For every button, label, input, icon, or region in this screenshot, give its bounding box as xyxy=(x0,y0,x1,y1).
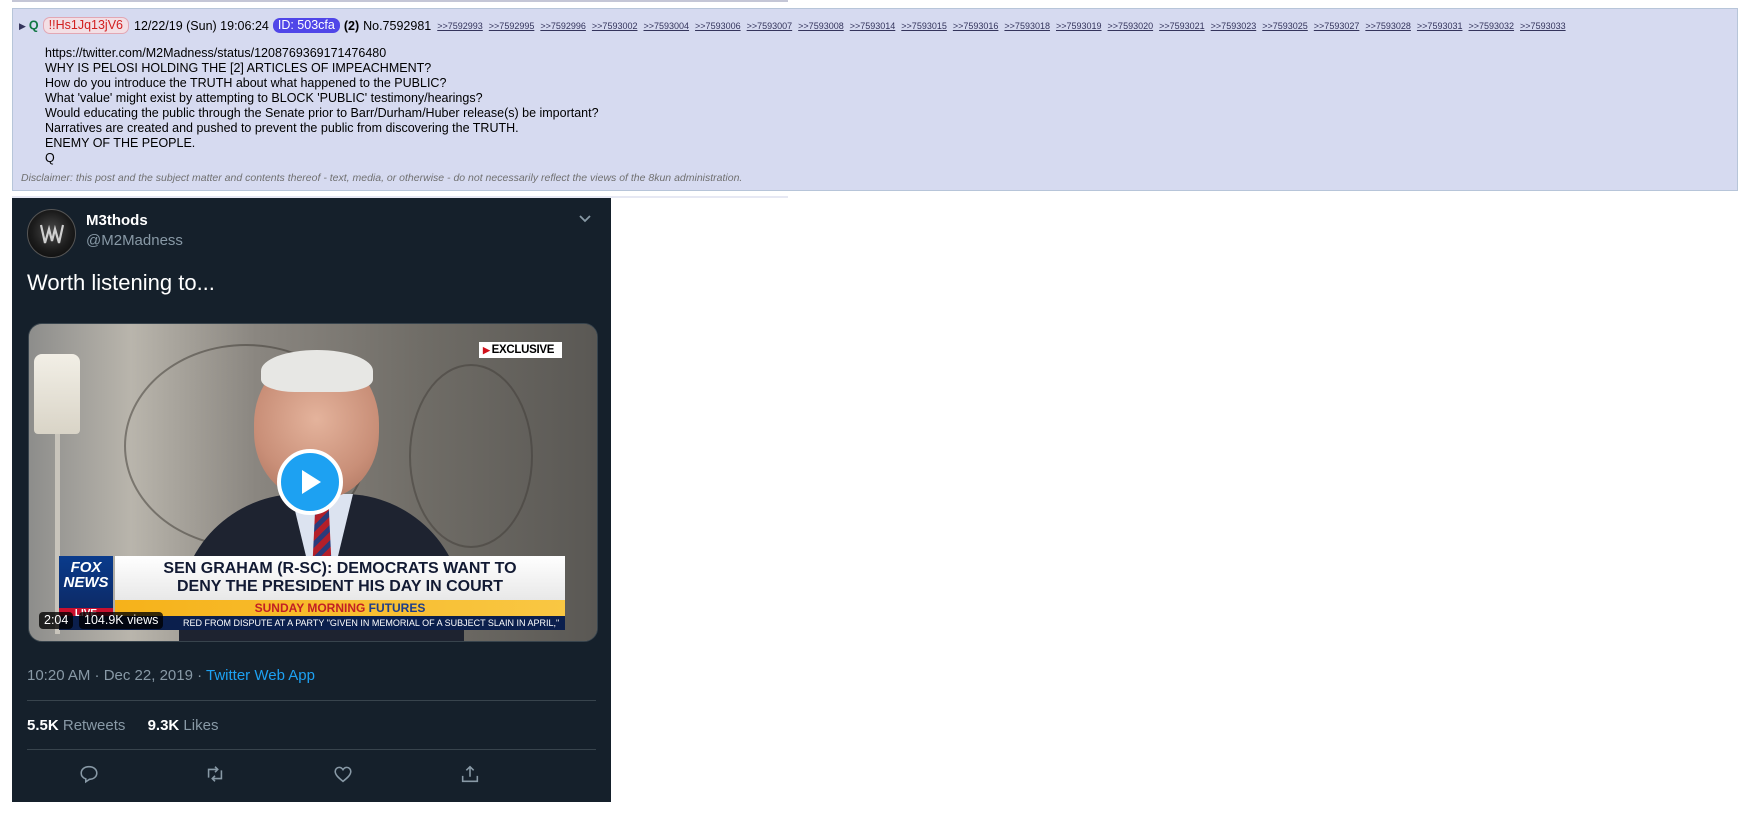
reply-links: >>7592993 >>7592995 >>7592996 >>7593002 >>75… xyxy=(431,18,1565,32)
tweet-video[interactable]: ▶EXCLUSIVE FOXNEWS LIVE SEN GRAHAM (R-SC… xyxy=(28,323,598,642)
chevron-down-icon[interactable] xyxy=(578,214,592,224)
reply-link[interactable]: >>7593025 xyxy=(1262,21,1308,31)
chyron-line: DENY THE PRESIDENT HIS DAY IN COURT xyxy=(177,578,503,595)
post-signature: Q xyxy=(45,151,55,165)
reply-link[interactable]: >>7593018 xyxy=(1004,21,1050,31)
reply-link[interactable]: >>7593031 xyxy=(1417,21,1463,31)
reply-link[interactable]: >>7592996 xyxy=(540,21,586,31)
post-menu-arrow-icon[interactable]: ▶ xyxy=(19,21,26,31)
reply-link[interactable]: >>7593032 xyxy=(1468,21,1514,31)
post-header: ▶ Q !!Hs1Jq13jV6 12/22/19 (Sun) 19:06:24 ID:… xyxy=(19,17,1566,35)
like-label: Likes xyxy=(183,717,219,734)
avatar-logo-icon xyxy=(39,224,64,243)
play-button[interactable] xyxy=(277,449,343,515)
poster-name: Q xyxy=(28,18,39,33)
like-icon[interactable] xyxy=(332,763,354,785)
post-text-line: Narratives are created and pushed to pre… xyxy=(45,121,519,135)
retweet-count: 5.5K xyxy=(27,717,59,734)
reply-link[interactable]: >>7593014 xyxy=(850,21,896,31)
reply-link[interactable]: >>7592993 xyxy=(437,21,483,31)
reply-link[interactable]: >>7593015 xyxy=(901,21,947,31)
reply-link[interactable]: >>7593006 xyxy=(695,21,741,31)
post-datetime: 12/22/19 (Sun) 19:06:24 xyxy=(134,18,269,33)
avatar[interactable] xyxy=(27,209,76,258)
tweet-meta: 10:20 AM · Dec 22, 2019 · Twitter Web Ap… xyxy=(27,667,315,684)
exclusive-triangle-icon: ▶ xyxy=(483,345,490,355)
top-divider xyxy=(12,0,788,2)
embedded-tweet: M3thods @M2Madness Worth listening to...… xyxy=(12,198,611,802)
post-text-line: Would educating the public through the S… xyxy=(45,106,599,120)
reply-link[interactable]: >>7593028 xyxy=(1365,21,1411,31)
reply-link[interactable]: >>7593004 xyxy=(643,21,689,31)
network-logo-line: NEWS xyxy=(63,574,109,591)
chyron-line: SEN GRAHAM (R-SC): DEMOCRATS WANT TO xyxy=(163,560,517,577)
reply-link[interactable]: >>7592995 xyxy=(489,21,535,31)
network-logo-line: FOX xyxy=(70,559,102,576)
divider xyxy=(27,749,596,750)
share-icon[interactable] xyxy=(459,763,481,785)
video-wall-art xyxy=(409,364,533,548)
post-body: https://twitter.com/M2Madness/status/120… xyxy=(45,46,599,166)
post-number[interactable]: No.7592981 xyxy=(363,19,431,33)
reply-link[interactable]: >>7593019 xyxy=(1056,21,1102,31)
retweet-count-link[interactable]: 5.5K Retweets xyxy=(27,717,125,734)
post-text-line: ENEMY OF THE PEOPLE. xyxy=(45,136,196,150)
reply-link[interactable]: >>7593020 xyxy=(1108,21,1154,31)
post-text-line: WHY IS PELOSI HOLDING THE [2] ARTICLES O… xyxy=(45,61,432,75)
video-lamp xyxy=(34,354,80,434)
chyron-headline: SEN GRAHAM (R-SC): DEMOCRATS WANT TO DEN… xyxy=(115,556,565,600)
exclusive-tag: ▶ EXCLUSIVE xyxy=(479,342,563,358)
id-post-count: (2) xyxy=(343,18,360,33)
poster-id[interactable]: ID: 503cfa xyxy=(272,18,340,34)
like-count: 9.3K xyxy=(147,717,180,734)
reply-link[interactable]: >>7593033 xyxy=(1520,21,1566,31)
tweet-source[interactable]: Twitter Web App xyxy=(206,667,315,684)
network-logo: FOX NEWS xyxy=(59,556,113,608)
tweet-display-name[interactable]: M3thods xyxy=(86,212,148,229)
show-name: SUNDAY MORNING xyxy=(254,601,366,615)
reply-icon[interactable] xyxy=(78,763,100,785)
reply-link[interactable]: >>7593007 xyxy=(747,21,793,31)
reply-link[interactable]: >>7593021 xyxy=(1159,21,1205,31)
video-duration: 2:04 xyxy=(39,612,74,629)
poster-tripcode: !!Hs1Jq13jV6 xyxy=(42,17,130,35)
tweet-timestamp[interactable]: 10:20 AM · Dec 22, 2019 · xyxy=(27,667,206,684)
show-name-suffix: FUTURES xyxy=(368,601,426,615)
tweet-stats: 5.5K Retweets 9.3K Likes xyxy=(27,717,218,734)
exclusive-label: EXCLUSIVE xyxy=(491,344,555,356)
tweet-text: Worth listening to... xyxy=(27,270,215,295)
post-text-line: What 'value' might exist by attempting t… xyxy=(45,91,483,105)
post-link-line[interactable]: https://twitter.com/M2Madness/status/120… xyxy=(45,46,599,61)
reply-link[interactable]: >>7593008 xyxy=(798,21,844,31)
reply-link[interactable]: >>7593027 xyxy=(1314,21,1360,31)
divider xyxy=(27,700,596,701)
reply-link[interactable]: >>7593016 xyxy=(953,21,999,31)
play-icon xyxy=(302,470,321,494)
reply-link[interactable]: >>7593002 xyxy=(592,21,638,31)
like-count-link[interactable]: 9.3K Likes xyxy=(148,717,219,734)
imageboard-post: ▶ Q !!Hs1Jq13jV6 12/22/19 (Sun) 19:06:24 ID:… xyxy=(12,8,1738,191)
post-text-line: How do you introduce the TRUTH about wha… xyxy=(45,76,447,90)
retweet-icon[interactable] xyxy=(204,763,226,785)
tweet-handle[interactable]: @M2Madness xyxy=(86,232,183,249)
show-name-bar: SUNDAY MORNING FUTURES xyxy=(115,600,565,616)
video-speaker-hair xyxy=(261,350,373,392)
video-views: 104.9K views xyxy=(79,612,164,629)
reply-link[interactable]: >>7593023 xyxy=(1211,21,1257,31)
retweet-label: Retweets xyxy=(62,717,126,734)
post-disclaimer: Disclaimer: this post and the subject ma… xyxy=(21,172,743,184)
